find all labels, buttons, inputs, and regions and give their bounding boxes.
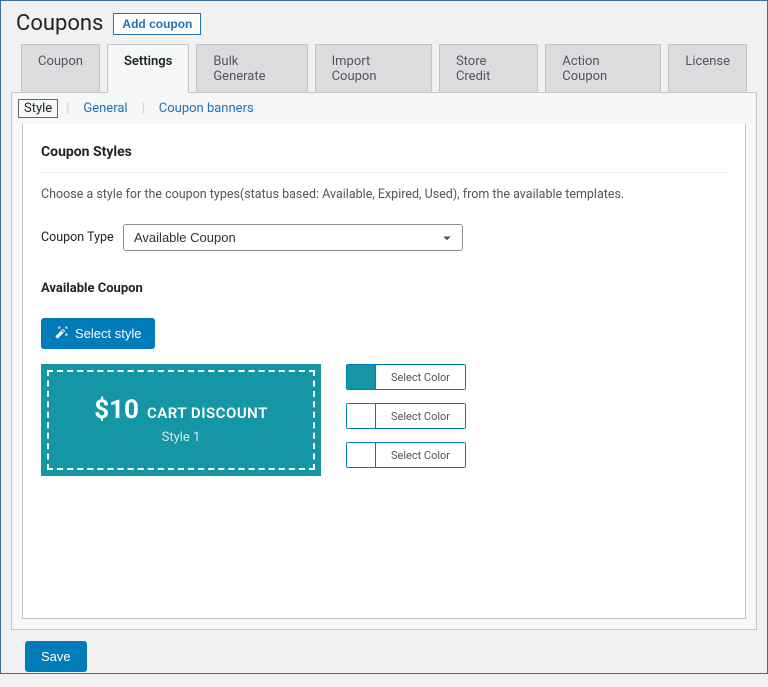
coupon-type-select[interactable]: Available Coupon	[123, 224, 463, 251]
content-panel: Coupon Styles Choose a style for the cou…	[22, 124, 746, 619]
select-style-button[interactable]: Select style	[41, 318, 155, 349]
page-header: Coupons Add coupon	[1, 1, 767, 44]
coupon-type-label: Coupon Type	[41, 230, 123, 245]
subsection-title: Available Coupon	[41, 281, 727, 296]
subtab-separator: |	[142, 101, 145, 116]
preview-row: $10 CART DISCOUNT Style 1 Select Color S…	[41, 364, 727, 476]
color-swatch	[347, 404, 375, 428]
color-swatch	[347, 443, 375, 467]
coupon-price: $10	[94, 395, 139, 425]
tab-store-credit[interactable]: Store Credit	[439, 44, 538, 93]
select-color-button[interactable]: Select Color	[375, 404, 465, 428]
coupon-preview: $10 CART DISCOUNT Style 1	[47, 370, 315, 470]
subtab-coupon-banners[interactable]: Coupon banners	[153, 99, 260, 118]
section-title: Coupon Styles	[41, 144, 727, 173]
coupon-text: CART DISCOUNT	[147, 404, 268, 422]
section-description: Choose a style for the coupon types(stat…	[41, 187, 727, 202]
save-button[interactable]: Save	[25, 641, 87, 672]
tab-action-coupon[interactable]: Action Coupon	[545, 44, 661, 93]
subtabs-bar: Style | General | Coupon banners Coupon …	[11, 92, 757, 630]
subtab-style[interactable]: Style	[18, 99, 58, 118]
subtab-separator: |	[66, 101, 69, 116]
tab-bulk-generate[interactable]: Bulk Generate	[196, 44, 307, 93]
tab-settings[interactable]: Settings	[107, 44, 189, 93]
color-swatch	[347, 365, 375, 389]
coupon-style-label: Style 1	[162, 430, 201, 445]
coupon-type-row: Coupon Type Available Coupon	[41, 224, 727, 251]
main-tabs: Coupon Settings Bulk Generate Import Cou…	[1, 44, 767, 93]
color-picker-2[interactable]: Select Color	[346, 403, 466, 429]
color-picker-1[interactable]: Select Color	[346, 364, 466, 390]
select-style-label: Select style	[75, 326, 141, 341]
footer: Save	[1, 631, 767, 687]
tab-license[interactable]: License	[668, 44, 747, 93]
magic-wand-icon	[55, 325, 69, 342]
select-color-button[interactable]: Select Color	[375, 443, 465, 467]
subtabs: Style | General | Coupon banners	[12, 93, 756, 124]
page-title: Coupons	[16, 11, 103, 36]
tab-import-coupon[interactable]: Import Coupon	[315, 44, 432, 93]
subtab-general[interactable]: General	[77, 99, 133, 118]
add-coupon-button[interactable]: Add coupon	[113, 13, 201, 35]
select-color-button[interactable]: Select Color	[375, 365, 465, 389]
color-pickers: Select Color Select Color Select Color	[346, 364, 466, 468]
color-picker-3[interactable]: Select Color	[346, 442, 466, 468]
tab-coupon[interactable]: Coupon	[21, 44, 100, 93]
